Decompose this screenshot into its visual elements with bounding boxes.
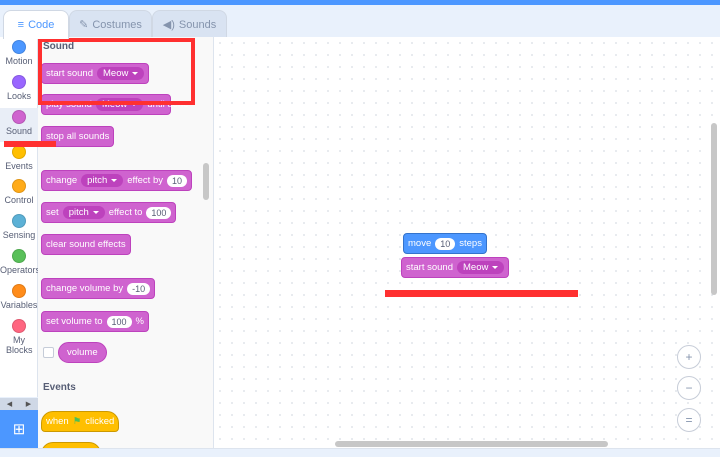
zoom-out-icon: − bbox=[685, 381, 693, 395]
category-looks[interactable]: Looks bbox=[0, 75, 38, 101]
zoom-reset-icon: = bbox=[685, 413, 693, 427]
category-sensing[interactable]: Sensing bbox=[0, 214, 38, 240]
motion-dot-icon bbox=[12, 40, 26, 54]
effect-value-input[interactable]: 100 bbox=[146, 206, 172, 219]
category-sound[interactable]: Sound bbox=[0, 108, 38, 142]
annotation-underline-script bbox=[385, 290, 578, 297]
brush-icon: ✎ bbox=[79, 19, 89, 31]
arrow-right-icon[interactable]: ▶ bbox=[26, 400, 31, 408]
palette-scrollbar[interactable] bbox=[203, 163, 209, 200]
extension-icon: ⊞ bbox=[12, 421, 26, 438]
arrow-left-icon[interactable]: ◀ bbox=[7, 400, 12, 408]
zoom-in-icon: + bbox=[685, 350, 693, 364]
volume-monitor-checkbox[interactable] bbox=[43, 347, 54, 358]
add-extension-button[interactable]: ⊞ bbox=[0, 410, 38, 448]
block-when-flag-clicked[interactable]: when ⚑ clicked bbox=[41, 411, 120, 432]
category-variables[interactable]: Variables bbox=[0, 284, 38, 310]
annotation-highlight-box bbox=[38, 38, 195, 105]
block-change-volume[interactable]: change volume by -10 bbox=[41, 278, 156, 299]
palette-heading-events: Events bbox=[43, 382, 76, 393]
top-menu-bar bbox=[0, 0, 720, 5]
code-icon: ≡ bbox=[17, 19, 25, 31]
script-vertical-scrollbar[interactable] bbox=[711, 123, 717, 295]
annotation-underline-sound-category bbox=[4, 141, 56, 147]
zoom-reset-button[interactable]: = bbox=[677, 408, 701, 432]
category-operators[interactable]: Operators bbox=[0, 249, 40, 275]
volume-set-input[interactable]: 100 bbox=[106, 315, 132, 328]
events-dot-icon bbox=[12, 145, 26, 159]
tab-code[interactable]: ≡ Code bbox=[3, 10, 69, 39]
block-clear-sound-effects[interactable]: clear sound effects bbox=[41, 234, 131, 255]
zoom-in-button[interactable]: + bbox=[677, 345, 701, 369]
operators-dot-icon bbox=[12, 249, 26, 263]
script-horizontal-scrollbar[interactable] bbox=[335, 441, 608, 447]
category-control[interactable]: Control bbox=[0, 179, 38, 205]
effect-value-input[interactable]: 10 bbox=[167, 174, 188, 187]
volume-change-input[interactable]: -10 bbox=[127, 282, 151, 295]
effect-dropdown[interactable]: pitch bbox=[62, 206, 105, 219]
script-block-start-sound[interactable]: start sound Meow bbox=[401, 257, 510, 278]
category-scroll-arrows[interactable]: ◀ ▶ bbox=[0, 398, 38, 410]
sound-dot-icon bbox=[12, 110, 26, 124]
bottom-bar bbox=[0, 448, 720, 457]
block-set-effect[interactable]: set pitch effect to 100 bbox=[41, 202, 177, 223]
category-menu: Motion Looks Sound Events Control Sensin… bbox=[0, 37, 40, 397]
block-change-effect[interactable]: change pitch effect by 10 bbox=[41, 170, 193, 191]
looks-dot-icon bbox=[12, 75, 26, 89]
variables-dot-icon bbox=[12, 284, 26, 298]
category-my-blocks[interactable]: My Blocks bbox=[0, 319, 38, 355]
zoom-out-button[interactable]: − bbox=[677, 376, 701, 400]
block-volume-reporter[interactable]: volume bbox=[58, 342, 107, 363]
effect-dropdown[interactable]: pitch bbox=[81, 174, 124, 187]
speaker-icon: ◀) bbox=[162, 19, 175, 31]
green-flag-icon: ⚑ bbox=[72, 416, 82, 427]
sensing-dot-icon bbox=[12, 214, 26, 228]
sound-dropdown[interactable]: Meow bbox=[457, 261, 505, 274]
tab-sounds[interactable]: ◀) Sounds bbox=[152, 10, 227, 38]
control-dot-icon bbox=[12, 179, 26, 193]
my-blocks-dot-icon bbox=[12, 319, 26, 333]
block-set-volume[interactable]: set volume to 100 % bbox=[41, 311, 149, 332]
script-block-move[interactable]: move 10 steps bbox=[403, 233, 487, 254]
move-steps-input[interactable]: 10 bbox=[435, 237, 456, 250]
category-motion[interactable]: Motion bbox=[0, 40, 38, 66]
tab-costumes[interactable]: ✎ Costumes bbox=[69, 10, 152, 38]
category-events[interactable]: Events bbox=[0, 145, 38, 171]
